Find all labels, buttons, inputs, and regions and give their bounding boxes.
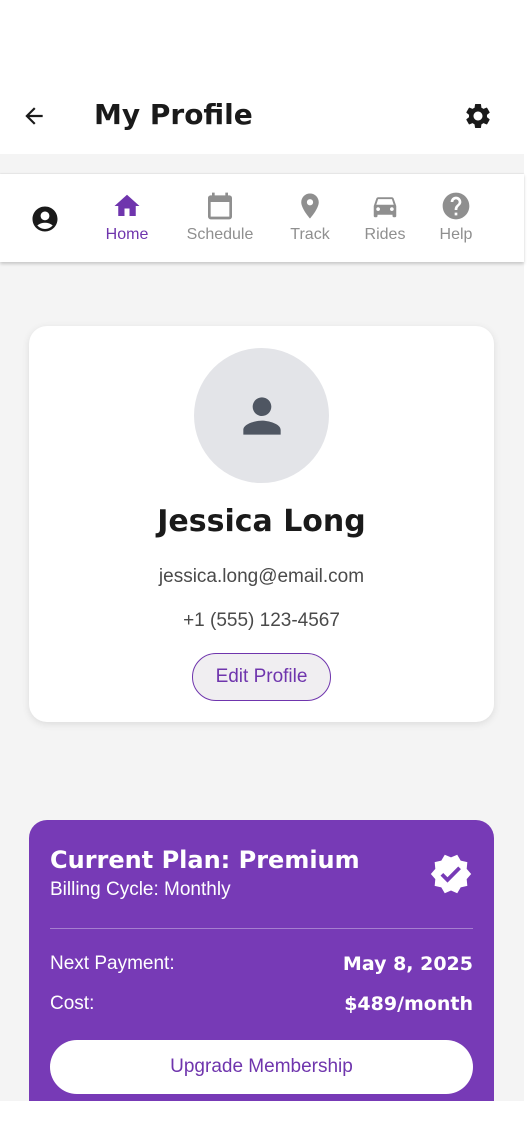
cost-value: $489/month (344, 993, 473, 1015)
gear-icon (466, 104, 490, 128)
app-bar: My Profile (0, 76, 528, 154)
account-circle-icon (32, 206, 58, 232)
plan-title: Current Plan: Premium (50, 846, 360, 874)
next-payment-label: Next Payment: (50, 953, 175, 974)
nav-label-help: Help (439, 226, 473, 243)
page-title: My Profile (94, 98, 253, 131)
edit-profile-button[interactable]: Edit Profile (192, 653, 331, 701)
nav-item-help[interactable]: Help (432, 190, 480, 250)
person-icon (242, 396, 281, 435)
location-pin-icon (301, 193, 319, 219)
account-button[interactable] (30, 204, 60, 234)
profile-phone: +1 (555) 123-4567 (183, 610, 340, 631)
avatar (194, 348, 329, 483)
nav-item-track[interactable]: Track (286, 190, 334, 250)
nav-label-home: Home (105, 226, 149, 243)
nav-label-schedule: Schedule (186, 226, 254, 243)
verified-badge-icon (430, 854, 472, 894)
plan-card: Current Plan: Premium Billing Cycle: Mon… (29, 820, 494, 1120)
car-icon (373, 197, 397, 218)
settings-button[interactable] (458, 96, 498, 136)
nav-item-home[interactable]: Home (103, 190, 151, 250)
back-button[interactable] (14, 96, 54, 136)
help-circle-icon (442, 192, 470, 220)
nav-label-rides: Rides (364, 226, 406, 243)
billing-cycle: Billing Cycle: Monthly (50, 879, 231, 900)
top-navigation: Home Schedule Track Rides Help (0, 174, 524, 262)
profile-email: jessica.long@email.com (158, 566, 365, 587)
next-payment-value: May 8, 2025 (342, 953, 473, 975)
calendar-icon (208, 192, 232, 220)
cost-label: Cost: (50, 993, 95, 1014)
plan-divider (50, 928, 473, 929)
bottom-edge (0, 1101, 528, 1137)
arrow-left-icon (25, 107, 43, 125)
profile-card: Jessica Long jessica.long@email.com +1 (… (29, 326, 494, 722)
nav-item-rides[interactable]: Rides (361, 190, 409, 250)
nav-item-schedule[interactable]: Schedule (180, 190, 260, 250)
profile-name: Jessica Long (157, 504, 366, 539)
home-icon (114, 194, 140, 216)
nav-label-track: Track (290, 226, 330, 243)
upgrade-membership-button[interactable]: Upgrade Membership (50, 1040, 473, 1094)
